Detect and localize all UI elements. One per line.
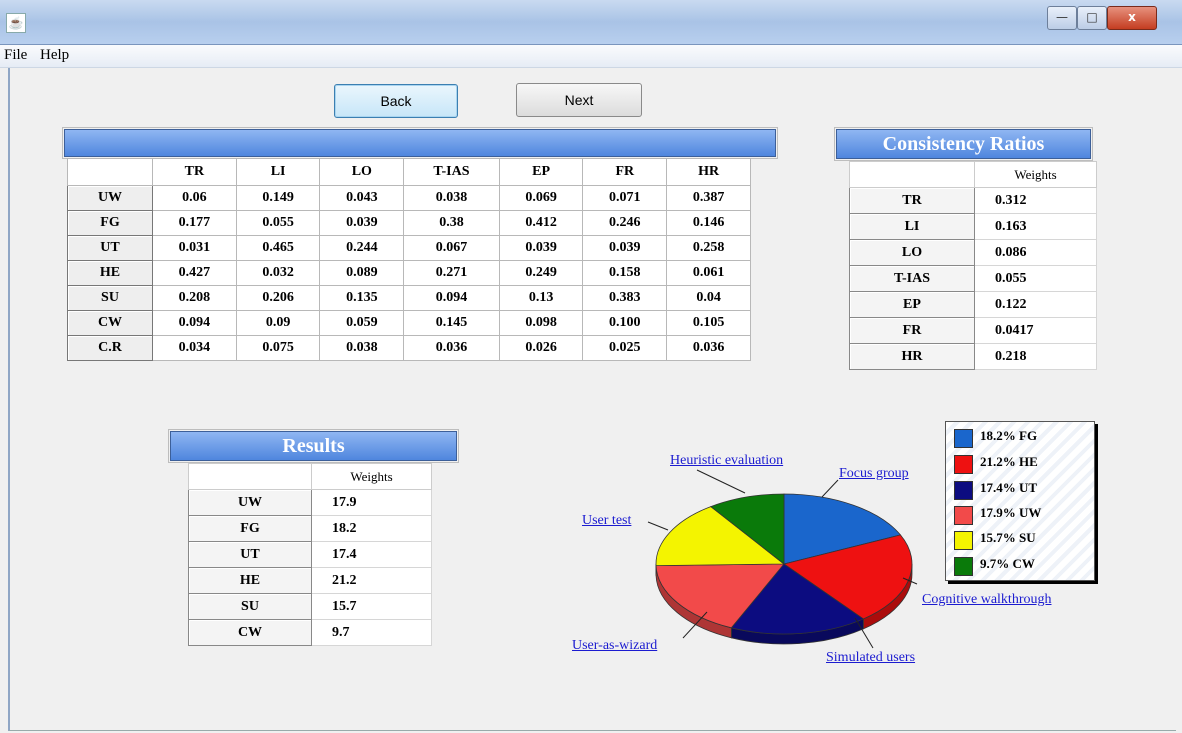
legend-swatch bbox=[954, 531, 973, 550]
legend-swatch bbox=[954, 557, 973, 576]
pie-label-cognitive-walkthrough[interactable]: Cognitive walkthrough bbox=[922, 592, 1052, 608]
pie-leader-line bbox=[647, 521, 669, 531]
pie-label-simulated-users[interactable]: Simulated users bbox=[826, 650, 915, 666]
pie-label-user-test[interactable]: User test bbox=[582, 513, 631, 529]
legend-swatch bbox=[954, 455, 973, 474]
pie-label-user-as-wizard[interactable]: User-as-wizard bbox=[572, 638, 657, 654]
methods-pie-chart bbox=[647, 469, 918, 649]
pie-label-focus-group[interactable]: Focus group bbox=[839, 466, 909, 482]
pie-leader-line bbox=[696, 469, 746, 494]
legend-swatch bbox=[954, 481, 973, 500]
legend-swatch bbox=[954, 429, 973, 448]
pie-legend: 18.2% FG 21.2% HE 17.4% UT 17.9% UW 15.7… bbox=[945, 421, 1095, 581]
pie-leader-line bbox=[821, 479, 839, 498]
pie-label-heuristic-evaluation[interactable]: Heuristic evaluation bbox=[670, 453, 783, 469]
legend-swatch bbox=[954, 506, 973, 525]
